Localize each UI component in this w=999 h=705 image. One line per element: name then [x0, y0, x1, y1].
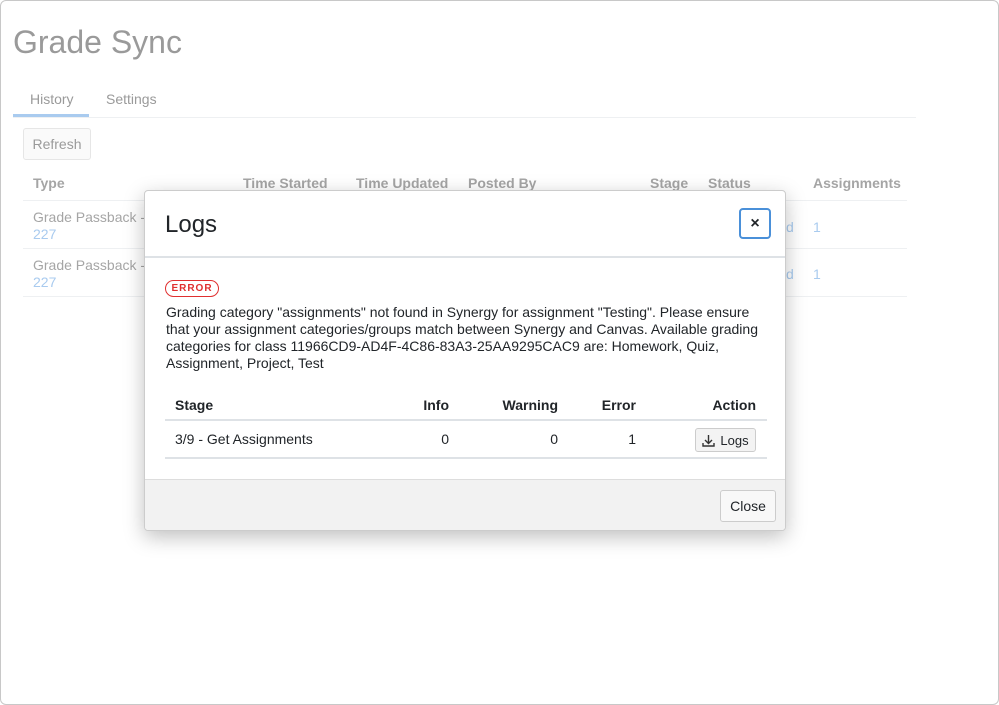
th-warning: Warning	[502, 397, 558, 413]
col-status: Status	[708, 175, 751, 191]
logs-label: Logs	[720, 432, 749, 448]
row-type: Grade Passback -	[33, 209, 146, 225]
table-row: 3/9 - Get Assignments 0 0 1 Logs	[165, 421, 767, 459]
row-status: d	[786, 219, 794, 235]
modal-header: Logs ×	[145, 191, 785, 258]
error-badge: ERROR	[165, 280, 219, 297]
tab-settings[interactable]: Settings	[106, 91, 157, 107]
row-id-link[interactable]: 227	[33, 226, 56, 242]
table-header: Stage Info Warning Error Action	[165, 387, 767, 421]
error-message: Grading category "assignments" not found…	[166, 304, 758, 371]
active-tab-indicator	[13, 114, 89, 117]
cell-warning: 0	[550, 431, 558, 447]
close-button[interactable]: Close	[720, 490, 776, 522]
modal-footer: Close	[145, 479, 785, 530]
row-type: Grade Passback -	[33, 257, 146, 273]
download-icon	[702, 434, 716, 447]
page-title: Grade Sync	[13, 24, 182, 60]
th-error: Error	[601, 397, 636, 413]
cell-error: 1	[628, 431, 636, 447]
cell-stage: 3/9 - Get Assignments	[175, 431, 313, 447]
tab-history[interactable]: History	[30, 91, 74, 107]
col-stage: Stage	[650, 175, 689, 191]
col-posted-by: Posted By	[468, 175, 537, 191]
logs-modal: Logs × ERROR Grading category "assignmen…	[144, 190, 786, 531]
modal-title: Logs	[165, 211, 218, 238]
th-stage: Stage	[175, 397, 214, 413]
th-info: Info	[423, 397, 449, 413]
logs-table: Stage Info Warning Error Action 3/9 - Ge…	[165, 387, 767, 459]
download-logs-button[interactable]: Logs	[695, 428, 756, 452]
tabs: History Settings	[13, 84, 916, 118]
row-status: d	[786, 266, 794, 282]
cell-info: 0	[441, 431, 449, 447]
th-action: Action	[712, 397, 756, 413]
refresh-button[interactable]: Refresh	[23, 128, 91, 160]
col-type: Type	[33, 175, 65, 191]
col-time-started: Time Started	[243, 175, 328, 191]
row-id-link[interactable]: 227	[33, 274, 56, 290]
col-time-updated: Time Updated	[356, 175, 449, 191]
row-assignments[interactable]: 1	[813, 219, 821, 235]
col-assignments: Assignments	[813, 175, 901, 191]
row-assignments[interactable]: 1	[813, 266, 821, 282]
close-icon[interactable]: ×	[739, 208, 771, 239]
